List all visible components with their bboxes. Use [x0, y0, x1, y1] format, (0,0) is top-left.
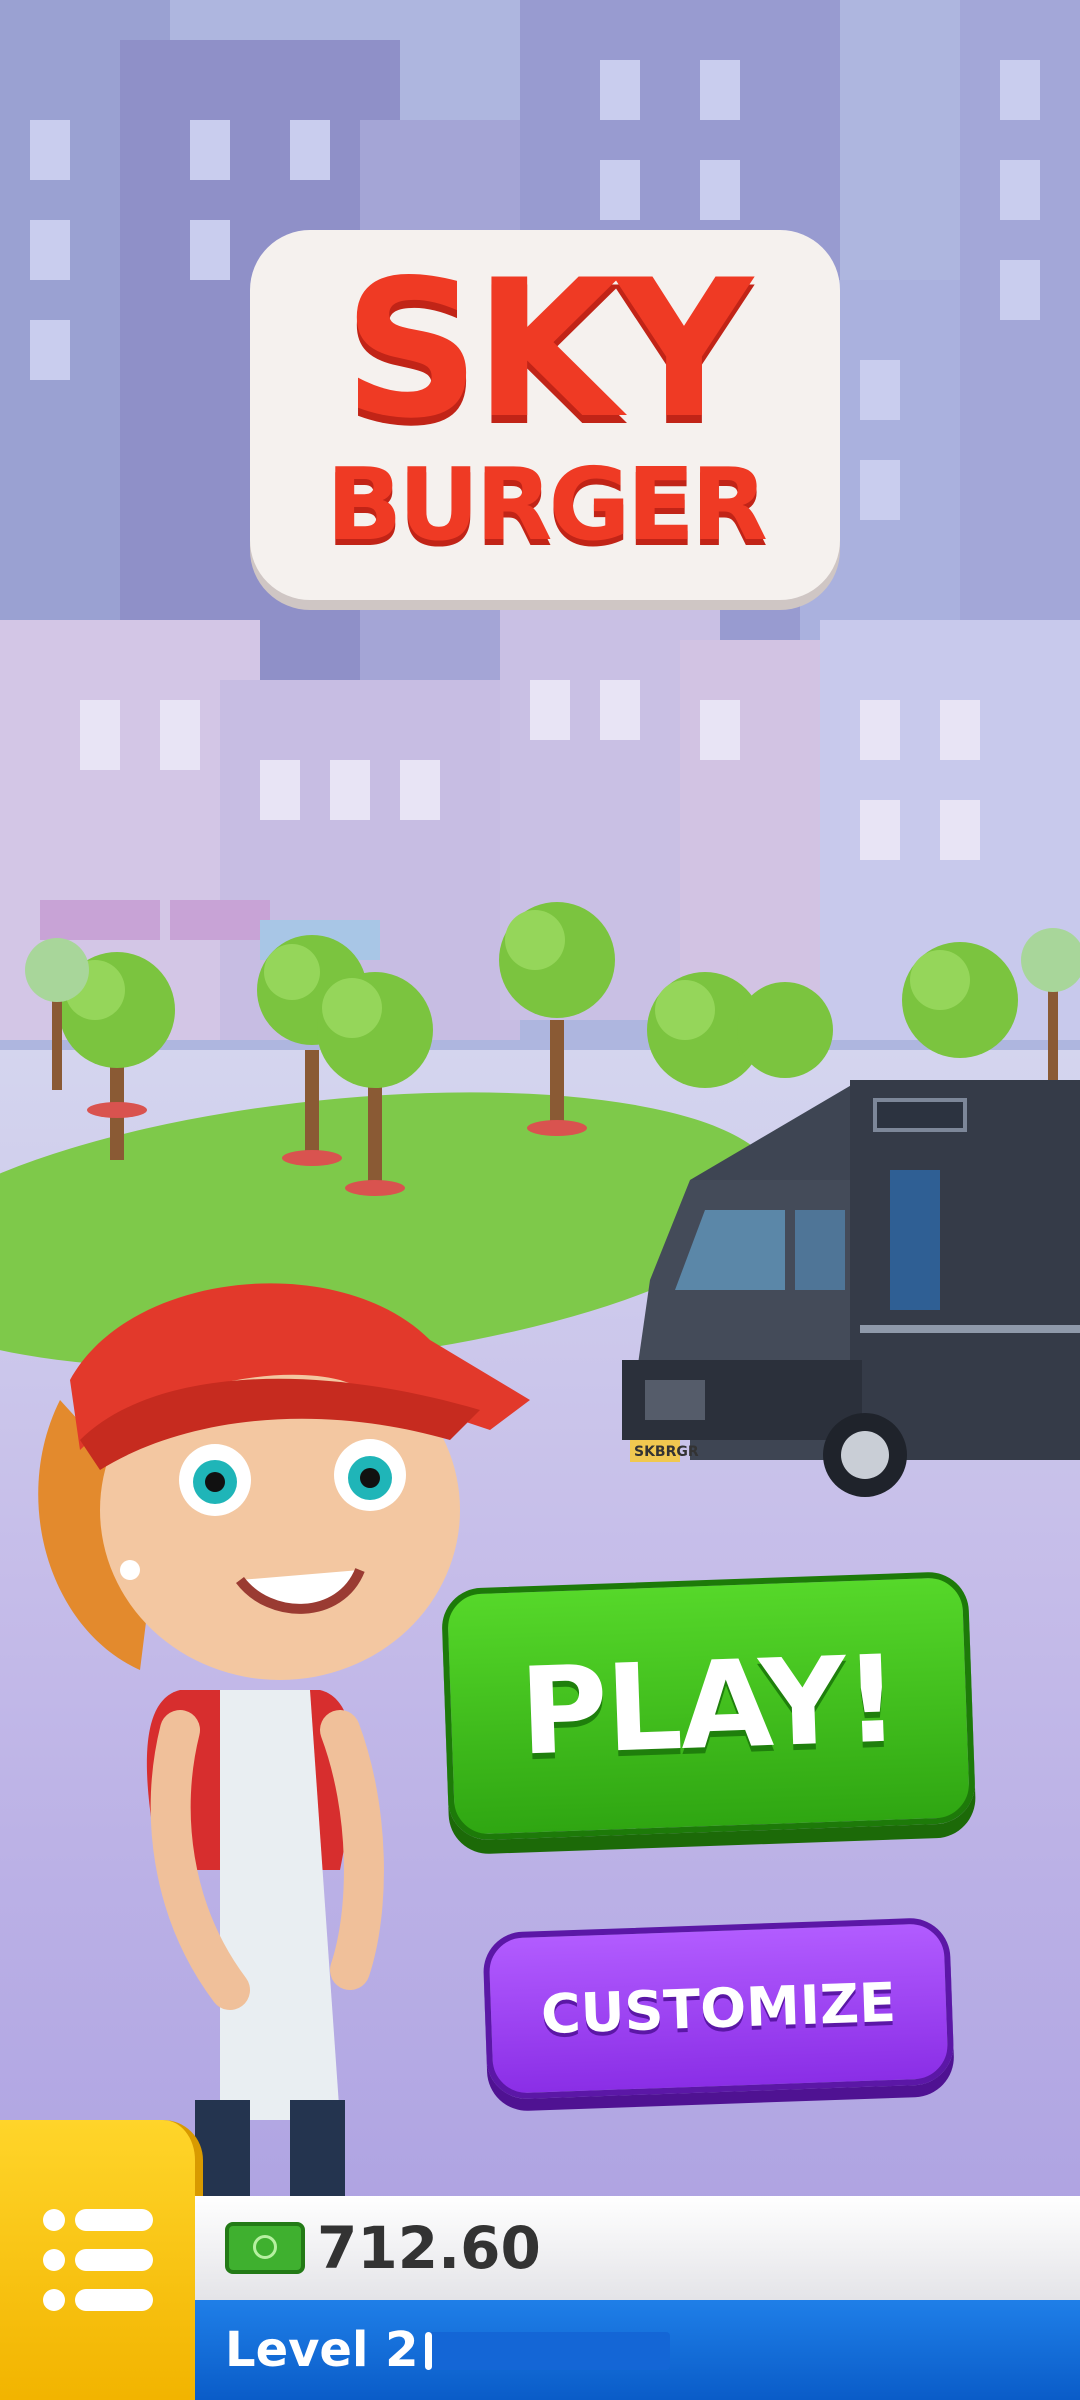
food-truck: SKBRGR: [622, 1080, 1080, 1497]
logo-title-line2: BURGER: [326, 446, 768, 563]
license-plate: SKBRGR: [634, 1444, 699, 1460]
play-button-label: PLAY!: [517, 1629, 900, 1783]
logo-title-line1: SKY: [343, 239, 753, 460]
money-value: 712.60: [317, 2214, 541, 2282]
money-display: 712.60: [195, 2196, 1080, 2300]
menu-list-icon: [42, 2205, 153, 2315]
game-logo: SKY BURGER: [250, 230, 840, 600]
customize-button-label: CUSTOMIZE: [540, 1970, 897, 2047]
menu-button[interactable]: [0, 2120, 203, 2400]
play-button[interactable]: PLAY!: [440, 1570, 977, 1842]
customize-button[interactable]: CUSTOMIZE: [482, 1916, 955, 2101]
level-progress-fill: [425, 2332, 433, 2370]
level-bar: Level 2: [195, 2300, 1080, 2400]
level-label: Level 2: [225, 2322, 419, 2378]
cash-icon: [225, 2222, 305, 2274]
level-progress-track: [425, 2332, 670, 2370]
